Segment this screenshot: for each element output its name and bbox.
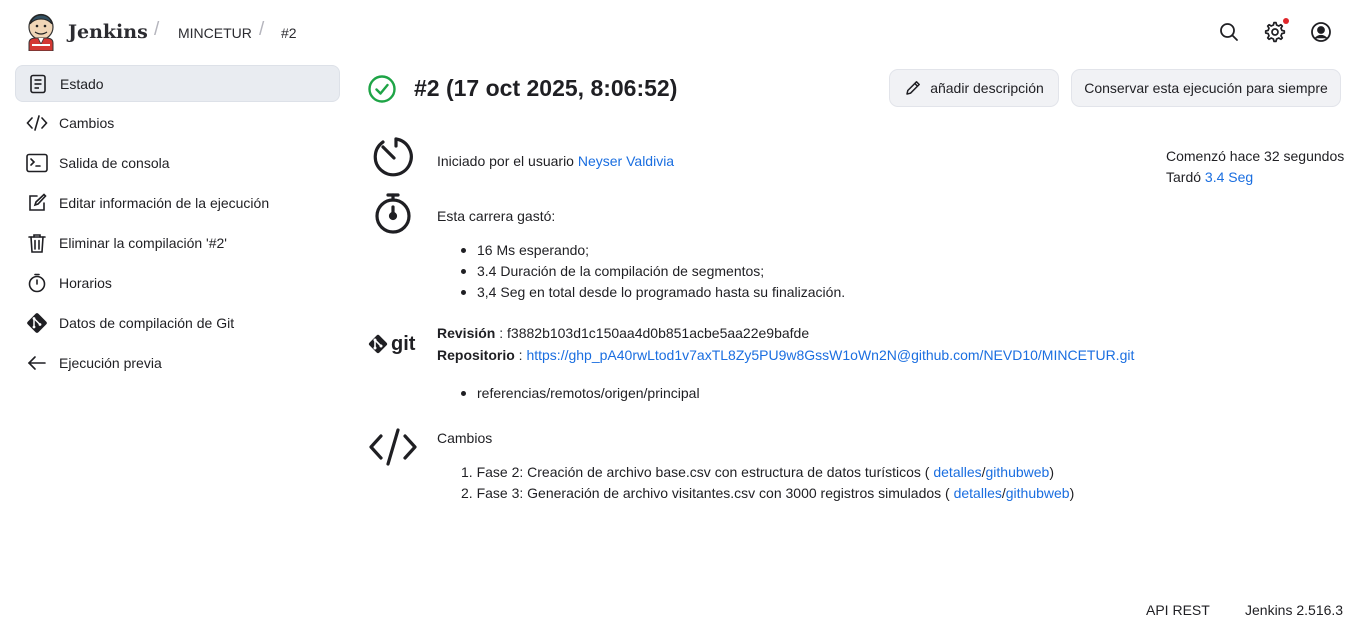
changes-heading: Cambios [437,430,493,446]
timer-icon [373,137,413,177]
close-paren: ) [1069,485,1075,501]
sidebar-item-eliminar-compilacion[interactable]: Eliminar la compilación '#2' [15,224,340,262]
refs-list: referencias/remotos/origen/principal [461,383,700,404]
code-icon [369,428,417,466]
revision-row: Revisión : f3882b103d1c150aa4d0b851acbe5… [437,325,809,341]
details-link[interactable]: detalles [954,485,1002,501]
code-icon [25,111,49,135]
git-icon [368,334,388,354]
notification-dot [1283,18,1289,24]
revision-value: : f3882b103d1c150aa4d0b851acbe5aa22e9baf… [499,325,810,341]
git-logo: git [368,330,420,358]
duration-link[interactable]: 3.4 Seg [1205,169,1253,185]
sidebar-item-label: Estado [60,75,104,92]
sidebar-item-label: Eliminar la compilación '#2' [59,235,227,251]
stopwatch-icon [375,193,411,234]
sidebar-item-label: Editar información de la ejecución [59,195,270,211]
document-icon [26,72,50,96]
settings-icon[interactable] [1263,20,1287,44]
success-status-icon [368,75,396,103]
version-link[interactable]: Jenkins 2.516.3 [1245,602,1343,618]
list-item: 3,4 Seg en total desde lo programado has… [461,282,845,303]
sidebar-item-cambios[interactable]: Cambios [15,104,340,142]
list-item: 3.4 Duración de la compilación de segmen… [461,261,845,282]
sidebar-item-salida-consola[interactable]: Salida de consola [15,144,340,182]
arrow-left-icon [25,351,49,375]
repository-separator: : [518,347,523,363]
sidebar: Estado Cambios Salida de consola Editar … [15,65,340,384]
sidebar-item-label: Salida de consola [59,155,170,171]
timing-heading: Esta carrera gastó: [437,208,556,224]
git-logo-text: git [391,332,416,355]
list-item: referencias/remotos/origen/principal [461,383,700,404]
changes-list: 1. Fase 2: Creación de archivo base.csv … [461,462,1074,504]
keep-forever-button[interactable]: Conservar esta ejecución para siempre [1071,69,1341,107]
sidebar-item-label: Horarios [59,275,112,291]
started-by: Iniciado por el usuario Neyser Valdivia [437,153,674,169]
change-number: 1. [461,464,473,480]
took-label: Tardó [1166,169,1202,185]
sidebar-item-label: Datos de compilación de Git [59,315,235,331]
list-item: 2. Fase 3: Generación de archivo visitan… [461,483,1074,504]
sidebar-item-ejecucion-previa[interactable]: Ejecución previa [15,344,340,382]
list-item: 1. Fase 2: Creación de archivo base.csv … [461,462,1074,483]
started-by-text: Iniciado por el usuario [437,153,574,169]
top-bar: Jenkins / MINCETUR / #2 [0,0,1366,64]
brand-name[interactable]: Jenkins [68,21,148,43]
user-link[interactable]: Neyser Valdivia [578,153,674,169]
sidebar-item-datos-git[interactable]: Datos de compilación de Git [15,304,340,342]
list-item: 16 Ms esperando; [461,240,845,261]
change-number: 2. [461,485,473,501]
keep-forever-label: Conservar esta ejecución para siempre [1084,80,1328,96]
sidebar-item-estado[interactable]: Estado [15,65,340,102]
breadcrumb-job[interactable]: MINCETUR [178,25,252,41]
repository-label: Repositorio [437,347,515,363]
page-title: #2 (17 oct 2025, 8:06:52) [414,75,678,101]
repository-row: Repositorio : https://ghp_pA40rwLtod1v7a… [437,347,1134,363]
add-description-button[interactable]: añadir descripción [889,69,1059,107]
search-icon[interactable] [1217,20,1241,44]
api-rest-link[interactable]: API REST [1146,602,1210,618]
sidebar-item-label: Cambios [59,115,115,131]
close-paren: ) [1049,464,1055,480]
jenkins-logo[interactable] [24,13,58,51]
githubweb-link[interactable]: githubweb [1006,485,1070,501]
change-text: Fase 3: Generación de archivo visitantes… [476,485,950,501]
add-description-label: añadir descripción [930,80,1044,96]
githubweb-link[interactable]: githubweb [986,464,1050,480]
sidebar-item-horarios[interactable]: Horarios [15,264,340,302]
breadcrumb-build[interactable]: #2 [281,25,297,41]
terminal-icon [25,151,49,175]
stopwatch-icon [25,271,49,295]
repository-link[interactable]: https://ghp_pA40rwLtod1v7axTL8Zy5PU9w8Gs… [526,347,1134,363]
trash-icon [25,231,49,255]
pencil-icon [906,81,921,95]
edit-icon [25,191,49,215]
duration: Tardó 3.4 Seg [1166,169,1253,185]
breadcrumb-separator: / [259,19,265,40]
details-link[interactable]: detalles [933,464,981,480]
change-text: Fase 2: Creación de archivo base.csv con… [476,464,930,480]
user-icon[interactable] [1309,20,1333,44]
timing-list: 16 Ms esperando; 3.4 Duración de la comp… [461,240,845,303]
git-icon [25,311,49,335]
sidebar-item-label: Ejecución previa [59,355,162,371]
started-ago: Comenzó hace 32 segundos [1166,148,1345,164]
breadcrumb-separator: / [154,19,160,40]
revision-label: Revisión [437,325,496,341]
sidebar-item-editar-informacion[interactable]: Editar información de la ejecución [15,184,340,222]
